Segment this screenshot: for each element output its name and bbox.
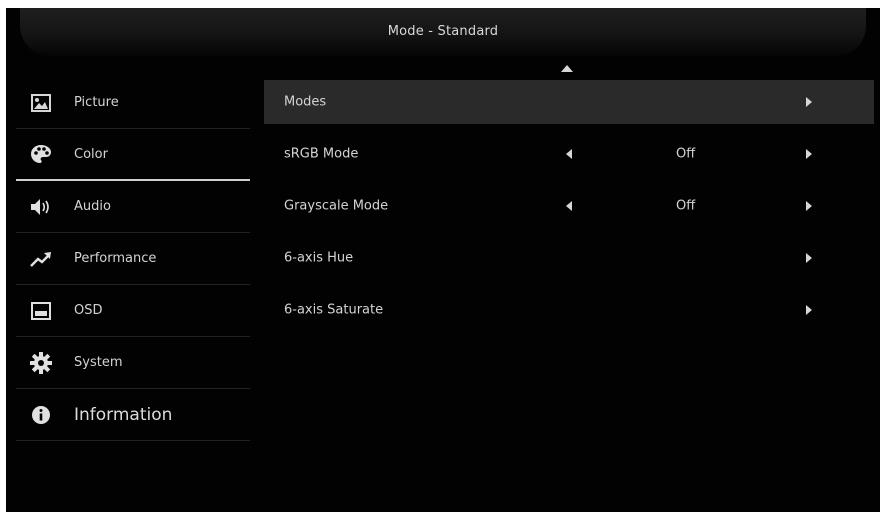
chevron-right-icon[interactable] (806, 97, 812, 107)
osd-icon (30, 300, 52, 322)
sidebar-item-color[interactable]: Color (16, 129, 250, 181)
sidebar-item-label: Information (74, 404, 173, 425)
menu-row-srgb-mode[interactable]: sRGB Mode Off (264, 132, 874, 176)
picture-icon (30, 92, 52, 114)
title-bar: Mode - Standard (20, 8, 866, 56)
sidebar: Picture Color Audio Performance OSD Syst… (16, 77, 250, 441)
chevron-left-icon[interactable] (566, 149, 572, 159)
trend-icon (30, 248, 52, 270)
info-icon (30, 404, 52, 426)
sidebar-item-label: Audio (74, 199, 111, 214)
settings-list: Modes sRGB Mode Off Grayscale Mode Off 6… (264, 80, 874, 340)
chevron-right-icon[interactable] (806, 305, 812, 315)
sidebar-item-label: System (74, 355, 123, 370)
sidebar-item-performance[interactable]: Performance (16, 233, 250, 285)
sidebar-item-system[interactable]: System (16, 337, 250, 389)
chevron-right-icon[interactable] (806, 149, 812, 159)
menu-row-modes[interactable]: Modes (264, 80, 874, 124)
menu-row-label: 6-axis Hue (284, 250, 354, 266)
sidebar-item-picture[interactable]: Picture (16, 77, 250, 129)
sidebar-item-information[interactable]: Information (16, 389, 250, 441)
scroll-up-arrow-icon[interactable] (561, 65, 573, 72)
chevron-right-icon[interactable] (806, 201, 812, 211)
menu-row-label: 6-axis Saturate (284, 302, 384, 318)
menu-row-6-axis-hue[interactable]: 6-axis Hue (264, 236, 874, 280)
sidebar-item-audio[interactable]: Audio (16, 181, 250, 233)
sidebar-item-label: Picture (74, 95, 119, 110)
sidebar-item-label: OSD (74, 303, 103, 318)
menu-row-label: sRGB Mode (284, 146, 359, 162)
menu-row-value: Off (676, 198, 696, 214)
osd-menu: Mode - Standard Picture Color Audio Perf… (6, 8, 880, 512)
menu-row-grayscale-mode[interactable]: Grayscale Mode Off (264, 184, 874, 228)
menu-row-value: Off (676, 146, 696, 162)
sidebar-item-label: Color (74, 146, 108, 162)
chevron-left-icon[interactable] (566, 201, 572, 211)
gear-icon (30, 351, 52, 374)
sidebar-item-osd[interactable]: OSD (16, 285, 250, 337)
menu-row-6-axis-saturate[interactable]: 6-axis Saturate (264, 288, 874, 332)
page-title: Mode - Standard (387, 23, 499, 39)
speaker-icon (30, 196, 52, 218)
palette-icon (30, 143, 52, 165)
chevron-right-icon[interactable] (806, 253, 812, 263)
menu-row-label: Grayscale Mode (284, 198, 389, 214)
menu-row-label: Modes (284, 94, 327, 110)
sidebar-item-label: Performance (74, 251, 157, 266)
